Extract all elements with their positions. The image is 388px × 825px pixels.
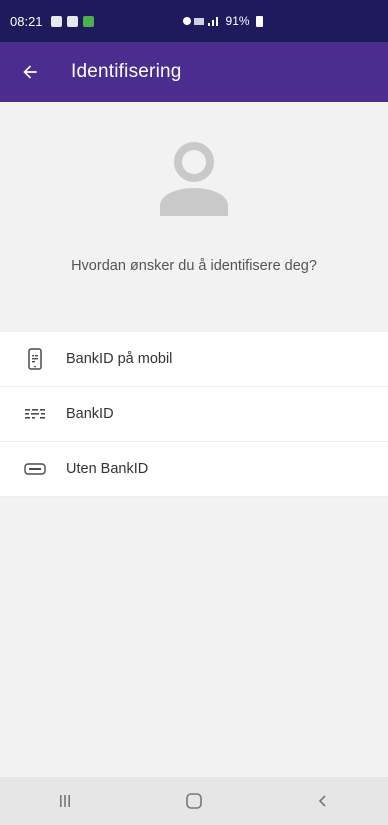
system-back-button[interactable] [293, 777, 353, 825]
battery-icon [255, 15, 263, 27]
notification-icons [50, 15, 94, 27]
home-button[interactable] [164, 777, 224, 825]
status-bar: 08:21 91% [0, 0, 388, 42]
option-bankid[interactable]: BankID [0, 387, 388, 442]
page-title: Identifisering [71, 61, 182, 82]
alarm-wifi-signal-icon [182, 17, 218, 26]
bankid-icon [24, 403, 46, 425]
status-indicators: 91% [182, 14, 263, 28]
card-icon [24, 458, 46, 480]
home-icon [186, 793, 202, 809]
person-icon [160, 142, 228, 216]
mobile-bankid-icon [24, 348, 46, 370]
message-notification-icon [82, 15, 94, 27]
status-time: 08:21 [10, 13, 43, 29]
identification-prompt: Hvordan ønsker du å identifisere deg? [71, 258, 317, 274]
battery-percentage: 91% [225, 14, 250, 28]
option-label: BankID [66, 406, 114, 422]
gallery-notification-icon [50, 15, 62, 27]
arrow-left-icon [23, 65, 37, 79]
app-bar: Identifisering [0, 42, 388, 102]
option-label: BankID på mobil [66, 351, 173, 367]
system-navigation-bar [0, 777, 388, 825]
chevron-left-icon [319, 795, 326, 807]
option-label: Uten BankID [66, 461, 149, 477]
identification-options: BankID på mobil BankID Uten BankID [0, 332, 388, 497]
recent-apps-icon [59, 795, 70, 807]
recent-apps-button[interactable] [35, 777, 95, 825]
option-without-bankid[interactable]: Uten BankID [0, 442, 388, 497]
back-button[interactable] [5, 42, 55, 102]
option-bankid-mobile[interactable]: BankID på mobil [0, 332, 388, 387]
snapchat-notification-icon [66, 15, 78, 27]
identification-header: Hvordan ønsker du å identifisere deg? [0, 102, 388, 332]
